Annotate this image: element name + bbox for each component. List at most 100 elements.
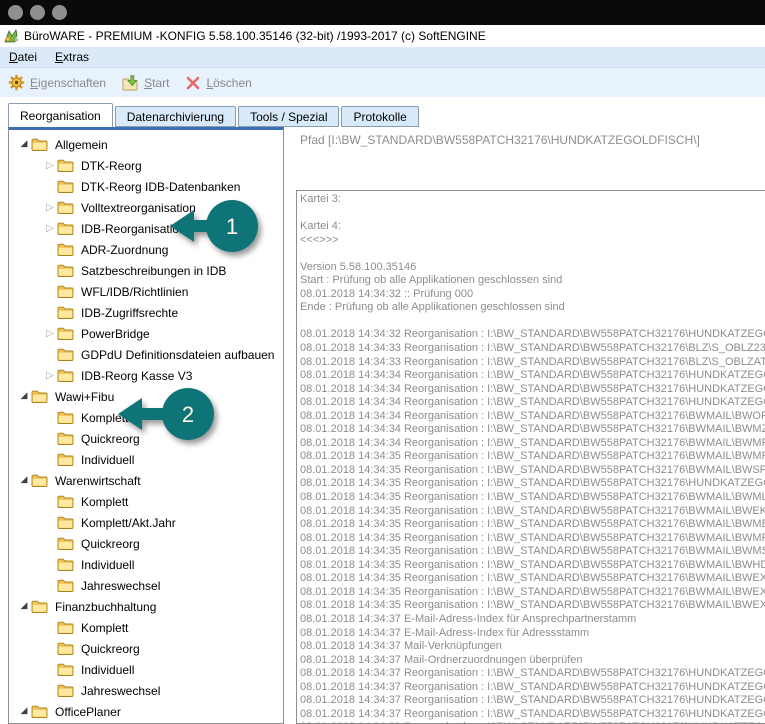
folder-icon xyxy=(57,684,74,697)
tree-item[interactable]: ◢ OfficePlaner xyxy=(9,701,283,722)
folder-icon xyxy=(57,558,74,571)
tree-item[interactable]: Komplett xyxy=(9,491,283,512)
tree-item[interactable]: Jahreswechsel xyxy=(9,575,283,596)
folder-icon xyxy=(57,621,74,634)
log-line: 08.01.2018 14:34:34 Reorganisation : I:\… xyxy=(300,410,765,424)
log-line: 08.01.2018 14:34:32 :: Prüfung 000 xyxy=(300,288,765,302)
menu-extras[interactable]: Extras xyxy=(46,50,98,64)
folder-icon xyxy=(57,285,74,298)
log-line: 08.01.2018 14:34:33 Reorganisation : I:\… xyxy=(300,342,765,356)
folder-icon xyxy=(31,705,49,719)
log-line: 08.01.2018 14:34:35 Reorganisation : I:\… xyxy=(300,545,765,559)
folder-icon xyxy=(57,285,75,299)
tree-item[interactable]: GDPdU Definitionsdateien aufbauen xyxy=(9,344,283,365)
folder-icon xyxy=(31,474,48,487)
tree-item[interactable]: Jahreswechsel xyxy=(9,680,283,701)
tree-item-label: PowerBridge xyxy=(81,327,150,341)
tree-item[interactable]: Individuell xyxy=(9,659,283,680)
folder-icon xyxy=(57,579,74,592)
tree-item[interactable]: ▷ DTK-Reorg xyxy=(9,155,283,176)
log-line xyxy=(300,315,765,329)
tree-item[interactable]: DTK-Reorg IDB-Datenbanken xyxy=(9,176,283,197)
expanded-triangle-icon[interactable]: ◢ xyxy=(17,476,31,485)
folder-icon xyxy=(57,642,75,656)
folder-icon xyxy=(57,495,74,508)
expanded-triangle-icon[interactable]: ◢ xyxy=(17,140,31,149)
folder-icon xyxy=(57,243,75,257)
log-line: 08.01.2018 14:34:37 Reorganisation : I:\… xyxy=(300,708,765,722)
log-line: 08.01.2018 14:34:35 Reorganisation : I:\… xyxy=(300,477,765,491)
tree-item[interactable]: ◢ Finanzbuchhaltung xyxy=(9,596,283,617)
tree-item-label: Komplett xyxy=(81,495,128,509)
path-label: Pfad [I:\BW_STANDARD\BW558PATCH32176\HUN… xyxy=(300,133,700,147)
loeschen-button[interactable]: Löschen xyxy=(185,75,251,91)
gear-icon xyxy=(8,74,25,91)
tab-datenarchivierung[interactable]: Datenarchivierung xyxy=(115,106,236,127)
expanded-triangle-icon[interactable]: ◢ xyxy=(17,707,31,716)
tree-item[interactable]: ▷ PowerBridge xyxy=(9,323,283,344)
expanded-triangle-icon[interactable]: ◢ xyxy=(17,392,31,401)
tab-reorganisation[interactable]: Reorganisation xyxy=(8,103,113,127)
folder-icon xyxy=(31,600,49,614)
collapsed-triangle-icon[interactable]: ▷ xyxy=(43,371,57,381)
folder-icon xyxy=(57,222,75,236)
tree-item[interactable]: IDB-Zugriffsrechte xyxy=(9,302,283,323)
log-line: 08.01.2018 14:34:35 Reorganisation : I:\… xyxy=(300,518,765,532)
tree-item-label: Finanzbuchhaltung xyxy=(55,600,156,614)
collapsed-triangle-icon[interactable]: ▷ xyxy=(43,161,57,171)
menu-bar: Datei Extras xyxy=(0,47,765,68)
folder-icon xyxy=(57,432,75,446)
eigenschaften-button[interactable]: Eigenschaften xyxy=(8,74,106,91)
tree-item[interactable]: Individuell xyxy=(9,449,283,470)
tree-item[interactable]: Komplett/Akt.Jahr xyxy=(9,512,283,533)
log-line: 08.01.2018 14:34:35 Reorganisation : I:\… xyxy=(300,586,765,600)
log-output[interactable]: Kartei 3: Kartei 4:<<<>>> Version 5.58.1… xyxy=(296,190,765,724)
folder-icon xyxy=(57,306,75,320)
tree-item-label: Allgemein xyxy=(55,138,108,152)
collapsed-triangle-icon[interactable]: ▷ xyxy=(43,329,57,339)
expanded-triangle-icon[interactable]: ◢ xyxy=(17,602,31,611)
folder-icon xyxy=(57,264,75,278)
start-button[interactable]: Start xyxy=(122,75,169,91)
window-dot-icon xyxy=(52,5,67,20)
tree-item-label: WFL/IDB/Richtlinien xyxy=(81,285,188,299)
tree-item[interactable]: ◢ Allgemein xyxy=(9,134,283,155)
tree-item[interactable]: Quickreorg xyxy=(9,533,283,554)
log-line: 08.01.2018 14:34:35 Reorganisation : I:\… xyxy=(300,572,765,586)
tree-item-label: Jahreswechsel xyxy=(81,684,160,698)
log-line: 08.01.2018 14:34:35 Reorganisation : I:\… xyxy=(300,599,765,613)
log-line: 08.01.2018 14:34:33 Reorganisation : I:\… xyxy=(300,356,765,370)
tab-tools-spezial[interactable]: Tools / Spezial xyxy=(238,106,339,127)
tree-item[interactable]: Individuell xyxy=(9,554,283,575)
folder-icon xyxy=(31,600,48,613)
folder-icon xyxy=(57,201,74,214)
collapsed-triangle-icon[interactable]: ▷ xyxy=(43,203,57,213)
folder-icon xyxy=(31,390,49,404)
folder-icon xyxy=(57,306,74,319)
log-line: 08.01.2018 14:34:37 E-Mail-Adress-Index … xyxy=(300,613,765,627)
folder-icon xyxy=(57,369,74,382)
tree-item-label: Individuell xyxy=(81,558,134,572)
app-logo-icon xyxy=(3,28,20,44)
tree-item[interactable]: Satzbeschreibungen in IDB xyxy=(9,260,283,281)
menu-datei[interactable]: Datei xyxy=(0,50,46,64)
log-line: Start : Prüfung ob alle Applikationen ge… xyxy=(300,274,765,288)
tree-item-label: DTK-Reorg xyxy=(81,159,142,173)
log-line: 08.01.2018 14:34:35 Reorganisation : I:\… xyxy=(300,505,765,519)
folder-icon xyxy=(57,684,75,698)
start-folder-arrow-icon xyxy=(122,75,139,91)
tree-item[interactable]: ▷ IDB-Reorg Kasse V3 xyxy=(9,365,283,386)
tree-item[interactable]: Quickreorg xyxy=(9,638,283,659)
tree-item[interactable]: WFL/IDB/Richtlinien xyxy=(9,281,283,302)
log-line: 08.01.2018 14:34:37 Reorganisation : I:\… xyxy=(300,681,765,695)
title-bar: BüroWARE - PREMIUM -KONFIG 5.58.100.3514… xyxy=(0,25,765,47)
tree-item[interactable]: ◢ Warenwirtschaft xyxy=(9,470,283,491)
folder-icon xyxy=(57,348,74,361)
app-window: BüroWARE - PREMIUM -KONFIG 5.58.100.3514… xyxy=(0,0,765,724)
tree-item[interactable]: Komplett xyxy=(9,617,283,638)
collapsed-triangle-icon[interactable]: ▷ xyxy=(43,224,57,234)
start-label: Start xyxy=(144,76,169,90)
log-line xyxy=(300,247,765,261)
tab-protokolle[interactable]: Protokolle xyxy=(341,106,418,127)
tree-item-label: Quickreorg xyxy=(81,537,140,551)
